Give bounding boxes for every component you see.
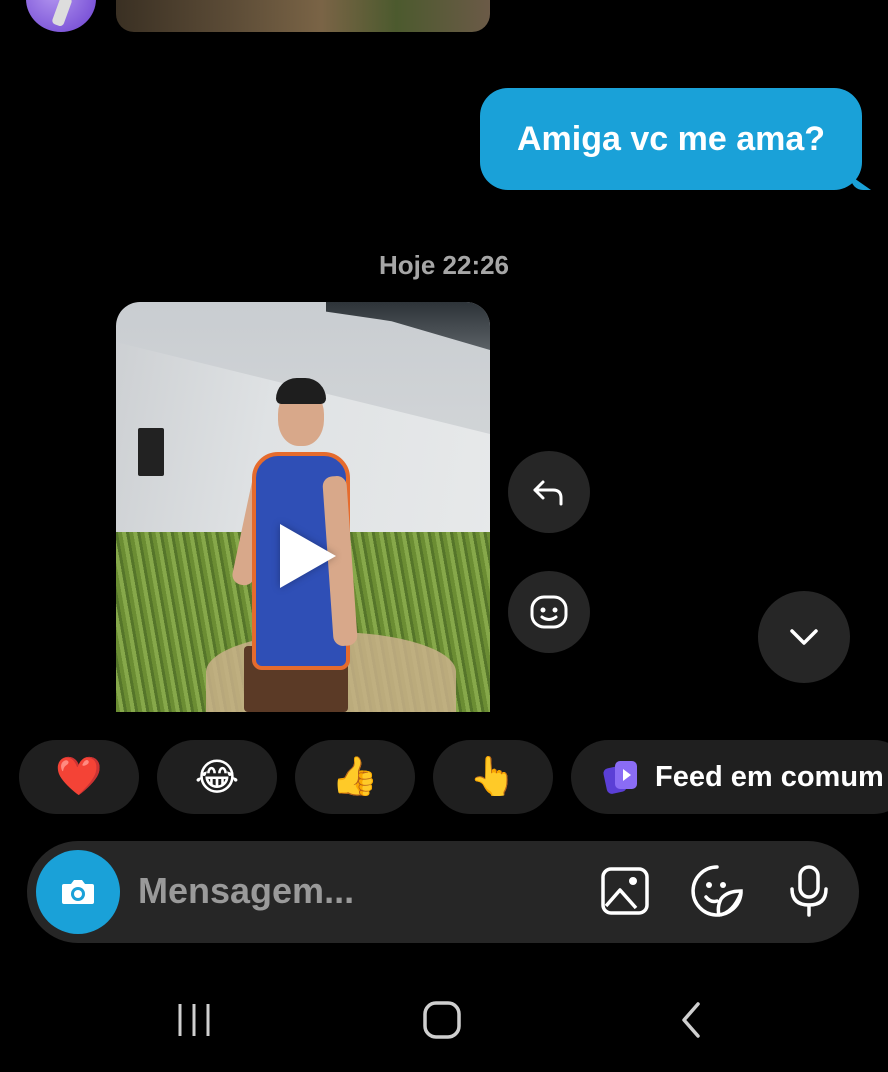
play-icon[interactable] [280, 524, 336, 588]
message-timestamp: Hoje 22:26 [378, 250, 510, 280]
home-icon [423, 1001, 461, 1039]
voice-message-button[interactable] [780, 862, 838, 920]
reply-button[interactable] [508, 451, 590, 533]
react-button[interactable] [508, 571, 590, 653]
reaction-pointing-up[interactable]: 👆 [433, 740, 553, 814]
gallery-button[interactable] [596, 862, 654, 920]
recents-icon [178, 1004, 210, 1036]
message-input[interactable] [138, 868, 558, 914]
reply-arrow-icon [533, 480, 563, 506]
sender-avatar[interactable] [26, 0, 96, 32]
recent-apps-button[interactable] [164, 990, 224, 1050]
reaction-laughing[interactable]: 😂 [157, 740, 277, 814]
back-chevron-icon [682, 1002, 700, 1038]
feed-stack-icon [603, 761, 637, 794]
feed-em-comum-chip[interactable]: Feed em comum [571, 740, 888, 814]
reaction-heart[interactable]: ❤️ [19, 740, 139, 814]
scroll-to-bottom-button[interactable] [758, 591, 850, 683]
chevron-down-icon [790, 629, 818, 645]
previous-media-message[interactable] [116, 0, 490, 32]
camera-icon [62, 880, 94, 904]
image-icon [601, 867, 649, 915]
reaction-thumbs-up[interactable]: 👍 [295, 740, 415, 814]
quick-reactions-bar: ❤️ 😂 👍 👆 Feed em comum [0, 740, 888, 814]
sticker-icon [691, 865, 743, 917]
camera-button[interactable] [36, 850, 120, 934]
microphone-icon [790, 865, 828, 917]
home-button[interactable] [412, 990, 472, 1050]
sent-message-text: Amiga vc me ama? [516, 119, 826, 158]
smiley-icon [530, 595, 568, 629]
video-message[interactable] [116, 302, 490, 712]
feed-em-comum-label: Feed em comum [655, 760, 884, 793]
back-button[interactable] [662, 990, 722, 1050]
sticker-button[interactable] [688, 862, 746, 920]
system-navigation-bar [0, 980, 888, 1072]
